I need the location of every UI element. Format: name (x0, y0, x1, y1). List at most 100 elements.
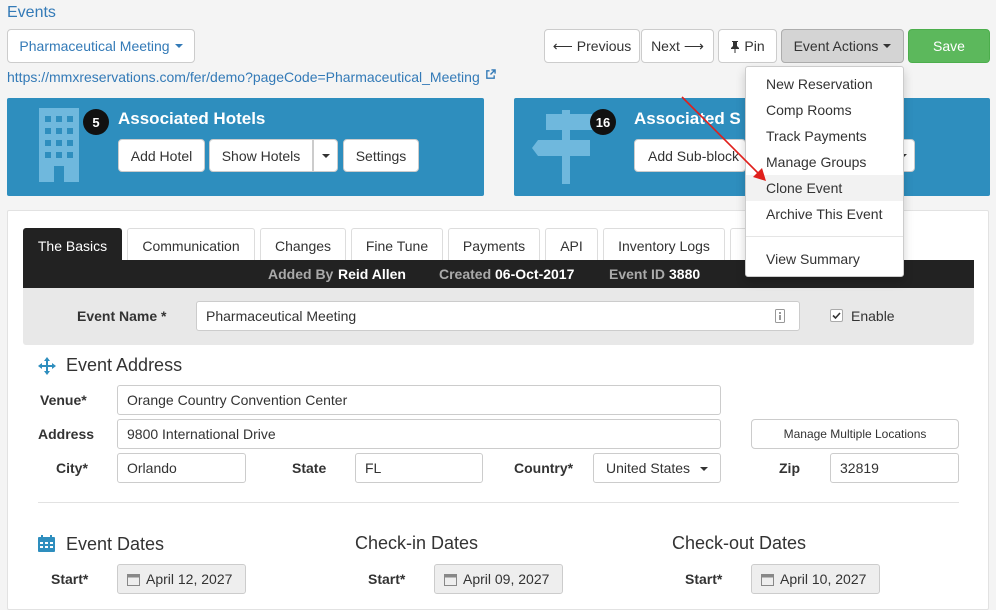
tab-communication[interactable]: Communication (127, 228, 255, 262)
section-divider (38, 502, 959, 503)
event-actions-label: Event Actions (793, 38, 879, 54)
crosshair-move-icon (38, 357, 56, 375)
event-start-date-input[interactable]: April 12, 2027 (117, 564, 246, 594)
show-hotels-dropdown-toggle[interactable] (313, 139, 338, 172)
menu-divider (746, 236, 903, 237)
menu-item-comp-rooms[interactable]: Comp Rooms (746, 97, 903, 123)
manage-multiple-locations-button[interactable]: Manage Multiple Locations (751, 419, 959, 449)
tab-label: API (560, 237, 583, 254)
calendar-icon (761, 573, 774, 586)
show-hotels-button[interactable]: Show Hotels (209, 139, 313, 172)
add-hotel-label: Add Hotel (130, 147, 193, 164)
venue-value: Orange Country Convention Center (127, 392, 348, 408)
zip-input[interactable]: 32819 (830, 453, 959, 483)
hotel-building-icon (39, 108, 79, 182)
city-input[interactable]: Orlando (117, 453, 246, 483)
checkin-dates-title: Check-in Dates (355, 533, 479, 553)
checkout-dates-title: Check-out Dates (672, 533, 807, 553)
checkmark-icon (832, 312, 841, 320)
pin-button[interactable]: Pin (718, 29, 777, 63)
venue-input[interactable]: Orange Country Convention Center (117, 385, 721, 415)
event-start-label: Start* (51, 571, 89, 587)
tab-label: Fine Tune (365, 237, 429, 254)
menu-item-label: Clone Event (766, 180, 843, 196)
event-url-link[interactable]: https://mmxreservations.com/fer/demo?pag… (7, 69, 496, 85)
event-id-label: Event ID (609, 266, 666, 282)
next-button[interactable]: Next ⟶ (641, 29, 714, 63)
event-dates-title: Event Dates (66, 534, 165, 554)
associated-hotels-panel: 5 Associated Hotels Add Hotel Show Hotel… (7, 98, 484, 196)
tab-label: Inventory Logs (618, 237, 710, 254)
country-label: Country* (514, 460, 574, 476)
state-input[interactable]: FL (355, 453, 483, 483)
checkin-start-value: April 09, 2027 (463, 571, 550, 587)
chevron-down-icon (700, 467, 708, 471)
tab-inventory-logs[interactable]: Inventory Logs (603, 228, 725, 262)
event-actions-button[interactable]: Event Actions (781, 29, 904, 63)
tab-label: Changes (274, 237, 332, 254)
country-select[interactable]: United States (593, 453, 721, 483)
save-button[interactable]: Save (908, 29, 990, 63)
enable-label: Enable (851, 308, 895, 324)
chevron-down-icon (321, 153, 330, 158)
add-hotel-button[interactable]: Add Hotel (118, 139, 205, 172)
checkout-start-date-input[interactable]: April 10, 2027 (751, 564, 880, 594)
state-value: FL (365, 460, 382, 476)
address-input[interactable]: 9800 International Drive (117, 419, 721, 449)
tab-fine-tune[interactable]: Fine Tune (351, 228, 443, 262)
tab-label: Payments (462, 237, 526, 254)
hotels-count-badge: 5 (83, 109, 109, 135)
menu-item-new-reservation[interactable]: New Reservation (746, 71, 903, 97)
tab-payments[interactable]: Payments (448, 228, 540, 262)
chevron-down-icon (883, 44, 892, 48)
checkout-start-label: Start* (685, 571, 723, 587)
created-value: 06-Oct-2017 (495, 266, 575, 282)
subblocks-count-badge: 16 (590, 109, 616, 135)
event-name-value: Pharmaceutical Meeting (206, 308, 357, 324)
calendar-icon (38, 535, 55, 552)
arrow-left-icon: ⟵ (552, 37, 573, 54)
city-value: Orlando (127, 460, 177, 476)
previous-button[interactable]: ⟵ Previous (544, 29, 640, 63)
hotel-settings-button[interactable]: Settings (343, 139, 419, 172)
menu-item-view-summary[interactable]: View Summary (746, 246, 903, 272)
checkout-start-value: April 10, 2027 (780, 571, 867, 587)
event-name-input[interactable]: Pharmaceutical Meeting (196, 301, 800, 331)
venue-label: Venue* (40, 392, 87, 408)
event-url: https://mmxreservations.com/fer/demo?pag… (7, 69, 480, 85)
event-selector[interactable]: Pharmaceutical Meeting (7, 29, 195, 63)
menu-item-label: Manage Groups (766, 154, 867, 170)
event-id-value: 3880 (669, 266, 701, 282)
menu-item-manage-groups[interactable]: Manage Groups (746, 149, 903, 175)
calendar-icon (127, 573, 140, 586)
added-by-label: Added By (268, 266, 334, 282)
save-label: Save (933, 38, 965, 54)
menu-item-label: New Reservation (766, 76, 873, 92)
tab-label: Communication (142, 237, 240, 254)
breadcrumb[interactable]: Events (7, 4, 56, 22)
enable-checkbox[interactable] (830, 309, 843, 322)
menu-item-clone-event[interactable]: Clone Event (746, 175, 903, 201)
event-selector-label: Pharmaceutical Meeting (19, 38, 170, 54)
chevron-down-icon (174, 44, 183, 48)
address-value: 9800 International Drive (127, 426, 276, 442)
tab-the-basics[interactable]: The Basics (23, 228, 122, 262)
tab-api[interactable]: API (545, 228, 598, 262)
tab-changes[interactable]: Changes (260, 228, 346, 262)
zip-value: 32819 (840, 460, 879, 476)
menu-item-label: Comp Rooms (766, 102, 852, 118)
menu-item-label: Archive This Event (766, 206, 883, 222)
previous-label: Previous (576, 38, 632, 54)
menu-item-label: View Summary (766, 251, 860, 267)
menu-item-track-payments[interactable]: Track Payments (746, 123, 903, 149)
checkin-start-date-input[interactable]: April 09, 2027 (434, 564, 563, 594)
add-subblock-button[interactable]: Add Sub-block (634, 139, 746, 172)
menu-item-archive-event[interactable]: Archive This Event (746, 201, 903, 227)
city-label: City* (56, 460, 88, 476)
tab-label: The Basics (37, 237, 108, 254)
created-label: Created (439, 266, 492, 282)
field-info-icon (775, 309, 785, 323)
subblocks-panel-title: Associated S (634, 109, 741, 128)
hotel-settings-label: Settings (355, 147, 407, 164)
add-subblock-label: Add Sub-block (648, 147, 740, 164)
